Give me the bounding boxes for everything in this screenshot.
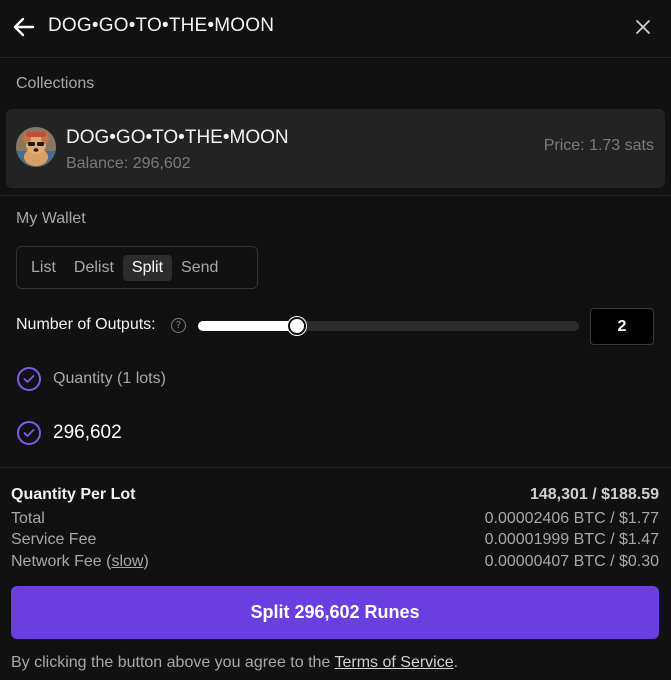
tab-delist[interactable]: Delist [65, 255, 123, 281]
terms-suffix: . [453, 654, 459, 671]
back-button[interactable] [11, 14, 37, 40]
network-fee-prefix: Network Fee ( [11, 553, 112, 570]
amount-check-row[interactable]: 296,602 [17, 421, 122, 445]
close-button[interactable] [633, 17, 653, 37]
summary-total: Total 0.00002406 BTC / $1.77 [11, 510, 659, 528]
collections-label: Collections [16, 75, 95, 92]
collection-name: DOG•GO•TO•THE•MOON [66, 127, 289, 148]
total-value: 0.00002406 BTC / $1.77 [484, 510, 659, 527]
collection-card[interactable]: DOG•GO•TO•THE•MOON Balance: 296,602 Pric… [6, 109, 665, 188]
amount-value: 296,602 [53, 422, 122, 443]
close-icon [636, 20, 650, 34]
help-icon[interactable]: ? [171, 318, 186, 333]
terms-prefix: By clicking the button above you agree t… [11, 654, 335, 671]
outputs-slider[interactable] [198, 317, 579, 335]
summary-per-lot: Quantity Per Lot 148,301 / $188.59 [11, 486, 659, 504]
network-fee-suffix: ) [143, 553, 149, 570]
quantity-label: Quantity (1 lots) [53, 370, 166, 387]
summary-network-fee: Network Fee (slow) 0.00000407 BTC / $0.3… [11, 553, 659, 571]
quantity-check-row[interactable]: Quantity (1 lots) [17, 367, 166, 391]
network-fee-value: 0.00000407 BTC / $0.30 [484, 553, 659, 570]
check-icon [23, 375, 35, 383]
header: DOG•GO•TO•THE•MOON [0, 0, 671, 58]
outputs-input[interactable] [590, 308, 654, 345]
outputs-label: Number of Outputs: [16, 316, 156, 333]
tab-send[interactable]: Send [172, 255, 227, 281]
network-fee-label: Network Fee (slow) [11, 553, 149, 571]
arrow-left-icon [13, 17, 35, 37]
summary-service-fee: Service Fee 0.00001999 BTC / $1.47 [11, 531, 659, 549]
divider [0, 195, 671, 196]
fee-speed-link[interactable]: slow [111, 553, 143, 570]
tab-list[interactable]: List [22, 255, 65, 281]
terms-notice: By clicking the button above you agree t… [11, 654, 458, 672]
divider [0, 467, 671, 468]
collection-price: Price: 1.73 sats [543, 137, 654, 154]
dog-avatar-icon [16, 127, 56, 167]
split-runes-button[interactable]: Split 296,602 Runes [11, 586, 659, 639]
quantity-checkbox[interactable] [17, 367, 41, 391]
per-lot-label: Quantity Per Lot [11, 486, 136, 503]
terms-of-service-link[interactable]: Terms of Service [334, 654, 453, 671]
avatar [16, 127, 56, 167]
service-fee-label: Service Fee [11, 531, 97, 548]
per-lot-value: 148,301 / $188.59 [529, 486, 659, 503]
wallet-label: My Wallet [16, 210, 86, 227]
amount-checkbox[interactable] [17, 421, 41, 445]
slider-thumb[interactable] [288, 317, 307, 335]
tab-split[interactable]: Split [122, 254, 173, 281]
service-fee-value: 0.00001999 BTC / $1.47 [484, 531, 659, 548]
page-title: DOG•GO•TO•THE•MOON [48, 15, 275, 36]
wallet-tabs: List Delist Split Send [16, 246, 258, 289]
total-label: Total [11, 510, 45, 527]
slider-fill [198, 321, 298, 331]
check-icon [23, 429, 35, 437]
collection-balance: Balance: 296,602 [66, 155, 191, 172]
